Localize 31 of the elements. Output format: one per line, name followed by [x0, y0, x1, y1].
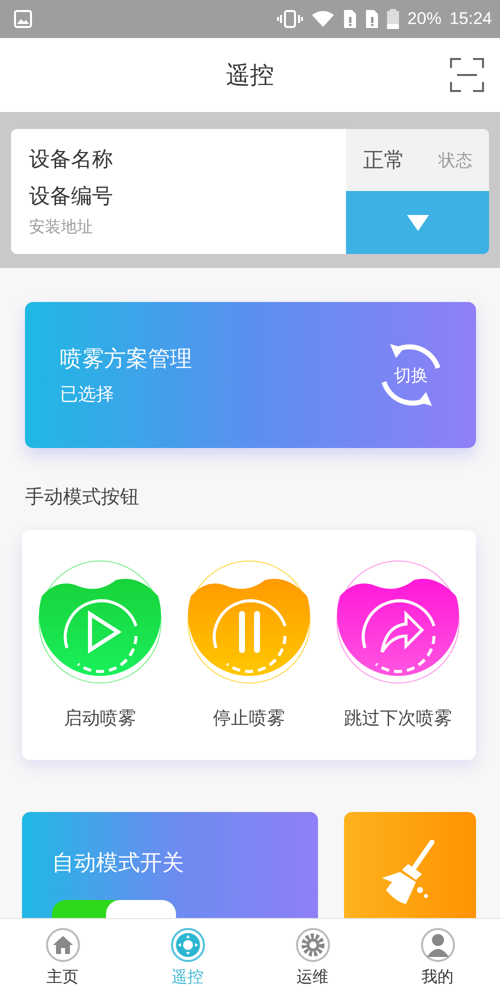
plan-subtitle: 已选择: [60, 383, 115, 406]
section-title: 手动模式按钮: [25, 485, 140, 510]
image-icon: [14, 10, 32, 28]
wifi-icon: [311, 10, 336, 28]
spray-control-label: 启动喷雾: [64, 707, 136, 730]
clock-time: 15:24: [449, 9, 492, 29]
vibrate-icon: [277, 10, 304, 28]
remote-control-icon: [170, 927, 206, 963]
page-title: 遥控: [226, 60, 274, 91]
settings-icon: [294, 927, 330, 963]
status-label: 状态: [438, 150, 472, 172]
dropdown-button[interactable]: [346, 191, 489, 254]
install-address: 安装地址: [29, 217, 94, 238]
nav-tab[interactable]: 我的: [375, 919, 500, 1000]
sim-card-icon: [343, 9, 358, 29]
scan-icon[interactable]: [450, 58, 484, 92]
home-icon: [44, 927, 80, 963]
spray-control-label: 跳过下次喷雾: [344, 707, 452, 730]
device-name: 设备名称: [29, 146, 114, 173]
device-number: 设备编号: [29, 183, 114, 210]
battery-percentage: 20%: [407, 9, 442, 29]
caret-icon: [406, 214, 428, 230]
plan-title: 喷雾方案管理: [60, 346, 193, 374]
status-value: 正常: [362, 147, 405, 174]
nav-tab[interactable]: 主页: [0, 919, 125, 1000]
sim-card-icon: [365, 9, 380, 29]
spray-control-label: 停止喷雾: [213, 707, 285, 730]
auto-mode-label: 自动模式开关: [52, 850, 185, 878]
nav-tab[interactable]: 运维: [250, 919, 375, 1000]
person-icon: [420, 927, 456, 963]
battery-icon: [387, 9, 400, 29]
